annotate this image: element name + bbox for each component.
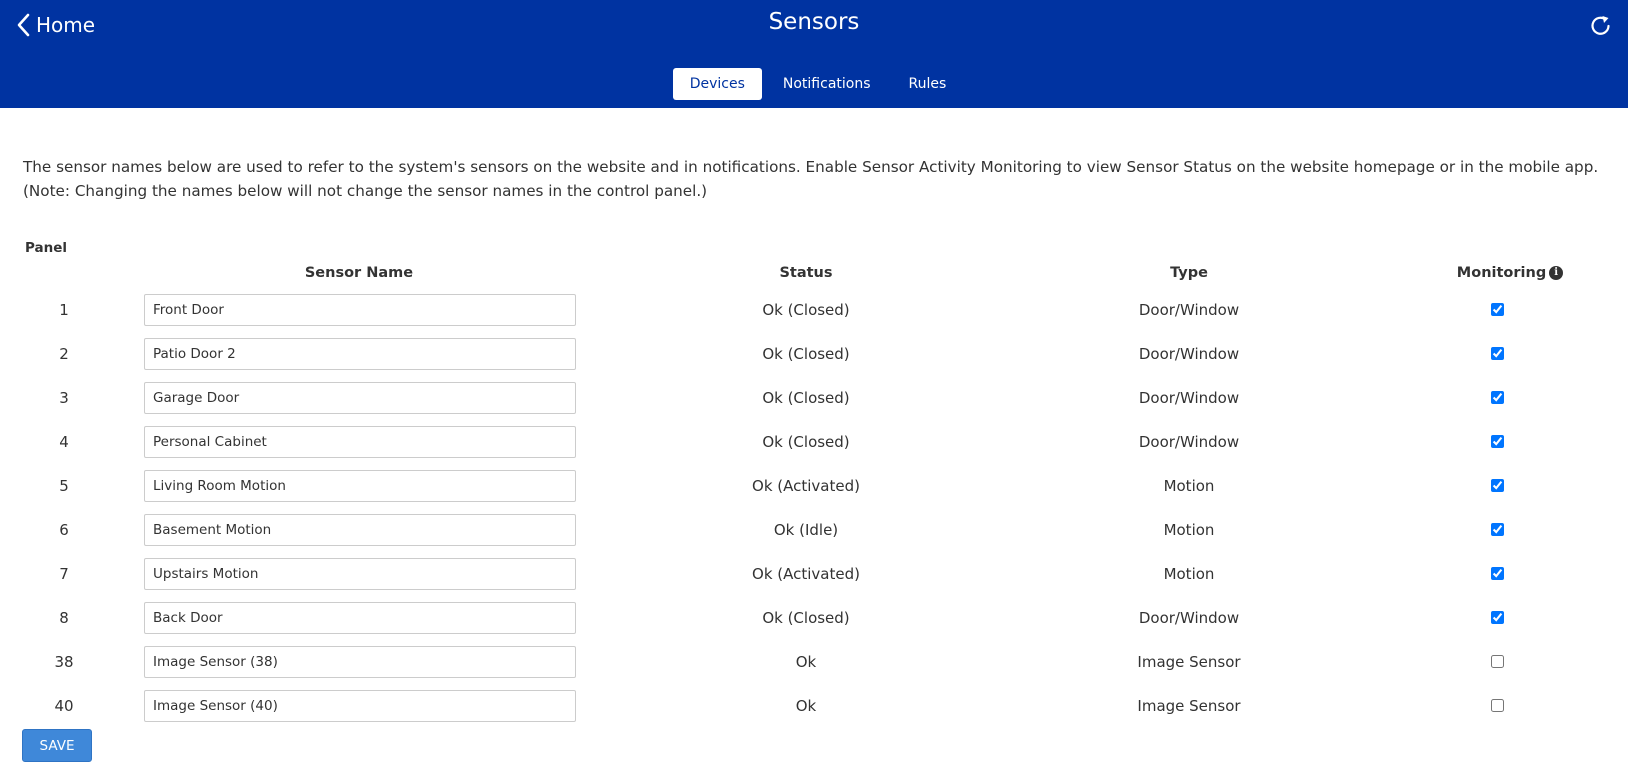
tab-bar: Devices Notifications Rules: [0, 68, 1628, 100]
panel-number: 7: [59, 565, 69, 583]
monitoring-checkbox[interactable]: [1491, 567, 1504, 580]
table-row: 8 Ok (Closed) Door/Window: [0, 602, 1628, 646]
sensor-status: Ok: [795, 697, 817, 715]
tab-rules[interactable]: Rules: [892, 68, 964, 100]
status-column-header: Status: [779, 265, 833, 281]
sensor-name-input[interactable]: [144, 426, 576, 458]
panel-number: 6: [59, 521, 69, 539]
panel-number: 2: [59, 345, 69, 363]
panel-number: 5: [59, 477, 69, 495]
table-row: 3 Ok (Closed) Door/Window: [0, 382, 1628, 426]
monitoring-header-label: Monitoring: [1456, 265, 1547, 281]
sensor-name-input[interactable]: [144, 338, 576, 370]
sensor-type: Door/Window: [1138, 433, 1240, 451]
sensor-status: Ok: [795, 653, 817, 671]
monitoring-checkbox[interactable]: [1491, 699, 1504, 712]
table-row: 38 Ok Image Sensor: [0, 646, 1628, 690]
tab-devices[interactable]: Devices: [672, 68, 762, 100]
sensor-name-input[interactable]: [144, 470, 576, 502]
monitoring-checkbox[interactable]: [1491, 347, 1504, 360]
table-row: 2 Ok (Closed) Door/Window: [0, 338, 1628, 382]
monitoring-checkbox[interactable]: [1491, 303, 1504, 316]
table-row: 4 Ok (Closed) Door/Window: [0, 426, 1628, 470]
intro-line-1: The sensor names below are used to refer…: [23, 158, 1599, 176]
info-icon[interactable]: i: [1549, 266, 1564, 280]
sensor-status: Ok (Activated): [752, 477, 860, 495]
sensor-type: Image Sensor: [1137, 697, 1241, 715]
monitoring-checkbox[interactable]: [1491, 435, 1504, 448]
sensor-name-input[interactable]: [144, 514, 576, 546]
panel-number: 38: [54, 653, 74, 671]
refresh-icon: [1588, 16, 1614, 43]
panel-number: 8: [59, 609, 69, 627]
monitoring-checkbox[interactable]: [1491, 391, 1504, 404]
back-home-label: Home: [36, 13, 96, 37]
monitoring-column-header: Monitoring i: [1420, 265, 1600, 281]
table-row: 7 Ok (Activated) Motion: [0, 558, 1628, 602]
sensor-status: Ok (Closed): [762, 345, 850, 363]
panel-number: 4: [59, 433, 69, 451]
sensor-name-input[interactable]: [144, 558, 576, 590]
sensor-name-input[interactable]: [144, 382, 576, 414]
refresh-button[interactable]: [1588, 13, 1614, 39]
table-row: 1 Ok (Closed) Door/Window: [0, 294, 1628, 338]
intro-text: The sensor names below are used to refer…: [23, 155, 1623, 203]
sensor-type: Door/Window: [1138, 301, 1240, 319]
sensor-status: Ok (Closed): [762, 609, 850, 627]
table-row: 6 Ok (Idle) Motion: [0, 514, 1628, 558]
panel-number: 3: [59, 389, 69, 407]
page-title: Sensors: [768, 9, 860, 35]
sensor-type: Image Sensor: [1137, 653, 1241, 671]
type-column-header: Type: [1170, 265, 1208, 281]
tab-notifications[interactable]: Notifications: [766, 68, 888, 100]
table-row: 5 Ok (Activated) Motion: [0, 470, 1628, 514]
sensor-name-input[interactable]: [144, 294, 576, 326]
sensor-name-input[interactable]: [144, 690, 576, 722]
sensor-status: Ok (Activated): [752, 565, 860, 583]
sensor-status: Ok (Idle): [773, 521, 839, 539]
chevron-left-icon: [16, 13, 30, 37]
sensor-table: 1 Ok (Closed) Door/Window 2 Ok (Closed) Door/…: [0, 294, 1628, 734]
sensor-type: Door/Window: [1138, 345, 1240, 363]
panel-number: 1: [59, 301, 69, 319]
sensor-status: Ok (Closed): [762, 433, 850, 451]
back-home-link[interactable]: Home: [16, 10, 95, 40]
monitoring-checkbox[interactable]: [1491, 611, 1504, 624]
monitoring-checkbox[interactable]: [1491, 523, 1504, 536]
sensor-type: Door/Window: [1138, 389, 1240, 407]
panel-column-header: Panel: [25, 240, 68, 256]
panel-number: 40: [54, 697, 74, 715]
sensor-type: Motion: [1163, 565, 1215, 583]
sensor-type: Motion: [1163, 521, 1215, 539]
monitoring-checkbox[interactable]: [1491, 479, 1504, 492]
monitoring-checkbox[interactable]: [1491, 655, 1504, 668]
sensor-type: Motion: [1163, 477, 1215, 495]
sensor-status: Ok (Closed): [762, 301, 850, 319]
sensor-name-column-header: Sensor Name: [304, 265, 414, 281]
intro-line-2: (Note: Changing the names below will not…: [23, 182, 708, 200]
sensor-name-input[interactable]: [144, 646, 576, 678]
sensor-name-input[interactable]: [144, 602, 576, 634]
sensor-type: Door/Window: [1138, 609, 1240, 627]
table-row: 40 Ok Image Sensor: [0, 690, 1628, 734]
app-header: Home Sensors Devices Notifications Rules: [0, 0, 1628, 108]
sensor-status: Ok (Closed): [762, 389, 850, 407]
save-button[interactable]: SAVE: [22, 729, 92, 762]
